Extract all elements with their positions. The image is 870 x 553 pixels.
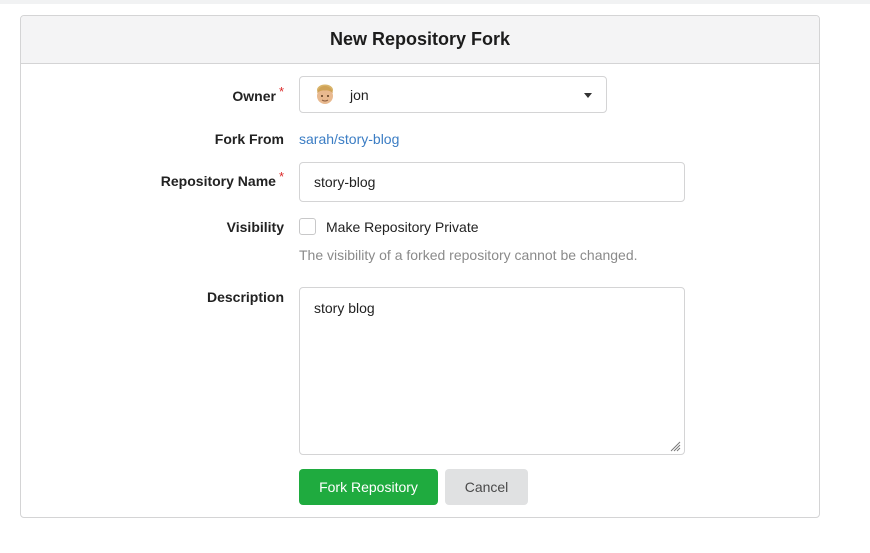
visibility-help-text: The visibility of a forked repository ca… (299, 247, 638, 263)
private-checkbox[interactable] (299, 218, 316, 235)
repo-name-input[interactable] (299, 162, 685, 202)
repo-name-label: Repository Name * (160, 169, 284, 189)
fork-from-label: Fork From (214, 131, 284, 147)
visibility-label: Visibility (226, 219, 284, 235)
resize-handle-icon[interactable] (669, 439, 681, 452)
top-strip (0, 0, 870, 4)
fork-source-link[interactable]: sarah/story-blog (299, 131, 399, 147)
owner-label-text: Owner (232, 88, 276, 104)
fork-repository-button[interactable]: Fork Repository (299, 469, 438, 505)
private-checkbox-label[interactable]: Make Repository Private (326, 219, 479, 235)
owner-value: jon (350, 87, 369, 103)
chevron-down-icon (584, 93, 592, 98)
owner-dropdown[interactable]: jon (299, 76, 607, 113)
description-label: Description (206, 289, 284, 305)
owner-label: Owner * (232, 84, 284, 104)
repo-name-label-text: Repository Name (160, 173, 276, 189)
required-marker: * (278, 169, 284, 184)
cancel-button[interactable]: Cancel (445, 469, 528, 505)
user-avatar-icon (313, 83, 337, 107)
required-marker: * (278, 84, 284, 99)
form-title: New Repository Fork (21, 16, 819, 64)
description-textarea[interactable] (299, 287, 685, 455)
